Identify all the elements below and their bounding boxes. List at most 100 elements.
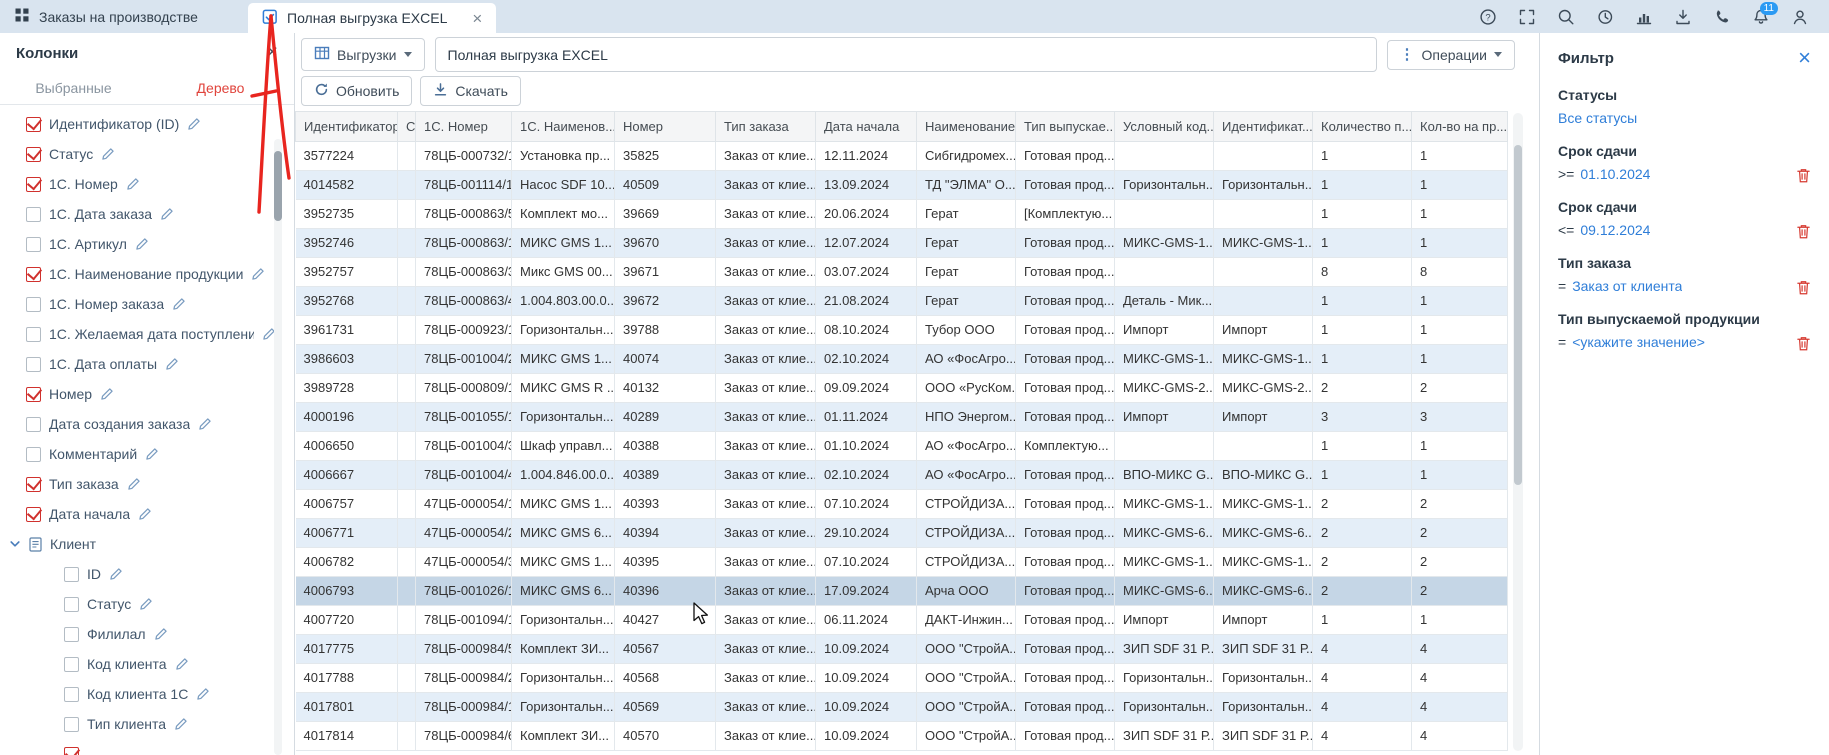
filter-value-link[interactable]: Все статусы: [1558, 110, 1637, 126]
help-icon[interactable]: ?: [1479, 8, 1497, 26]
table-row[interactable]: 401780178ЦБ-000984/1Горизонтальн...40569…: [296, 693, 1508, 722]
edit-pencil-icon[interactable]: [160, 207, 174, 221]
column-header[interactable]: Тип выпускае...: [1016, 112, 1115, 142]
close-tab-icon[interactable]: ×: [472, 10, 482, 27]
refresh-button[interactable]: Обновить: [301, 76, 412, 106]
edit-pencil-icon[interactable]: [196, 687, 210, 701]
table-row[interactable]: 395274678ЦБ-000863/1МИКС GMS 1...39670За…: [296, 229, 1508, 258]
column-header[interactable]: 1С. Номер: [416, 112, 512, 142]
column-header[interactable]: Идентификатор: [296, 112, 398, 142]
table-row[interactable]: 357722478ЦБ-000732/1Установка пр...35825…: [296, 142, 1508, 171]
column-item[interactable]: ID: [0, 559, 294, 589]
column-checkbox[interactable]: [64, 657, 79, 672]
column-checkbox[interactable]: [26, 417, 41, 432]
column-item[interactable]: 1С. Наименование продукции: [0, 259, 294, 289]
column-checkbox[interactable]: [26, 507, 41, 522]
table-row[interactable]: 395273578ЦБ-000863/5Комплект мо...39669З…: [296, 200, 1508, 229]
sidebar-scrollbar[interactable]: [274, 139, 282, 755]
column-item[interactable]: Идентификатор (ID): [0, 109, 294, 139]
table-row[interactable]: 400019678ЦБ-001055/1Горизонтальн...40289…: [296, 403, 1508, 432]
close-columns-icon[interactable]: ×: [267, 42, 278, 64]
table-row[interactable]: 401777578ЦБ-000984/5Комплект ЗИ...40567З…: [296, 635, 1508, 664]
filter-value-link[interactable]: 01.10.2024: [1580, 166, 1650, 182]
edit-pencil-icon[interactable]: [138, 507, 152, 521]
edit-pencil-icon[interactable]: [101, 147, 115, 161]
table-row[interactable]: 400675747ЦБ-000054/1МИКС GMS 1...40393За…: [296, 490, 1508, 519]
edit-pencil-icon[interactable]: [187, 117, 201, 131]
filter-value-link[interactable]: <укажите значение>: [1572, 334, 1705, 350]
table-row[interactable]: 396173178ЦБ-000923/1Горизонтальн...39788…: [296, 316, 1508, 345]
column-header[interactable]: Кол-во на пр...: [1412, 112, 1508, 142]
exports-dropdown-button[interactable]: Выгрузки: [301, 38, 425, 71]
column-header[interactable]: 1С. Наименов...: [512, 112, 615, 142]
column-item[interactable]: Филилал: [0, 619, 294, 649]
column-checkbox[interactable]: [26, 117, 41, 132]
column-header[interactable]: Идентификат...: [1214, 112, 1313, 142]
table-row[interactable]: 400666778ЦБ-001004/41.004.846.00.0...403…: [296, 461, 1508, 490]
column-checkbox[interactable]: [26, 447, 41, 462]
fullscreen-icon[interactable]: [1518, 8, 1536, 26]
download-button[interactable]: Скачать: [420, 76, 521, 106]
column-item[interactable]: Код клиента 1С: [0, 679, 294, 709]
column-item[interactable]: Дата начала: [0, 499, 294, 529]
column-item[interactable]: Номер: [0, 379, 294, 409]
tab-active-export[interactable]: Полная выгрузка EXCEL ×: [248, 3, 496, 33]
trash-icon[interactable]: [1796, 167, 1811, 184]
export-name-input[interactable]: [435, 37, 1377, 72]
table-row[interactable]: 400679378ЦБ-001026/1МИКС GMS 6...40396За…: [296, 577, 1508, 606]
column-checkbox[interactable]: [26, 357, 41, 372]
column-item[interactable]: 1С. Дата заказа: [0, 199, 294, 229]
column-header[interactable]: Тип заказа: [716, 112, 816, 142]
column-checkbox[interactable]: [26, 387, 41, 402]
column-checkbox[interactable]: [26, 327, 41, 342]
trash-icon[interactable]: [1796, 223, 1811, 240]
column-item[interactable]: 1С. Дата оплаты: [0, 349, 294, 379]
edit-pencil-icon[interactable]: [126, 177, 140, 191]
phone-icon[interactable]: [1713, 8, 1731, 26]
column-header[interactable]: Количество п...: [1313, 112, 1412, 142]
edit-pencil-icon[interactable]: [135, 237, 149, 251]
column-checkbox[interactable]: [26, 477, 41, 492]
edit-pencil-icon[interactable]: [145, 447, 159, 461]
table-row[interactable]: 400772078ЦБ-001094/1Горизонтальн...40427…: [296, 606, 1508, 635]
table-row[interactable]: 400665078ЦБ-001004/3Шкаф управл...40388З…: [296, 432, 1508, 461]
column-checkbox[interactable]: [26, 147, 41, 162]
column-checkbox[interactable]: [26, 297, 41, 312]
column-checkbox[interactable]: [26, 177, 41, 192]
column-header[interactable]: Номер: [615, 112, 716, 142]
tab-tree[interactable]: Дерево: [147, 73, 294, 104]
trash-icon[interactable]: [1796, 335, 1811, 352]
close-filter-icon[interactable]: ×: [1798, 47, 1811, 69]
column-item[interactable]: Тип клиента: [0, 709, 294, 739]
search-icon[interactable]: [1557, 8, 1575, 26]
chevron-down-icon[interactable]: [9, 538, 21, 550]
column-checkbox[interactable]: [64, 627, 79, 642]
edit-pencil-icon[interactable]: [127, 477, 141, 491]
column-header[interactable]: Условный код...: [1115, 112, 1214, 142]
column-item[interactable]: Дата создания заказа: [0, 409, 294, 439]
column-item[interactable]: Код клиента: [0, 649, 294, 679]
column-item[interactable]: 1С. Желаемая дата поступления: [0, 319, 294, 349]
column-checkbox[interactable]: [26, 237, 41, 252]
sidebar-scrollbar-thumb[interactable]: [274, 151, 282, 221]
column-item[interactable]: Комментарий: [0, 439, 294, 469]
table-row[interactable]: 395275778ЦБ-000863/3Микс GMS 00...39671З…: [296, 258, 1508, 287]
edit-pencil-icon[interactable]: [154, 627, 168, 641]
filter-value-link[interactable]: 09.12.2024: [1580, 222, 1650, 238]
edit-pencil-icon[interactable]: [139, 597, 153, 611]
table-row[interactable]: 401778878ЦБ-000984/2Горизонтальн...40568…: [296, 664, 1508, 693]
table-row[interactable]: 398972878ЦБ-000809/1МИКС GMS R ...40132З…: [296, 374, 1508, 403]
table-row[interactable]: 400678247ЦБ-000054/3МИКС GMS 1...40395За…: [296, 548, 1508, 577]
history-icon[interactable]: [1596, 8, 1614, 26]
edit-pencil-icon[interactable]: [109, 567, 123, 581]
edit-pencil-icon[interactable]: [165, 357, 179, 371]
column-group-item[interactable]: Клиент: [0, 529, 294, 559]
column-item[interactable]: [0, 739, 294, 755]
table-row[interactable]: 400677147ЦБ-000054/2МИКС GMS 6...40394За…: [296, 519, 1508, 548]
table-row[interactable]: 401458278ЦБ-001114/1Насос SDF 10...40509…: [296, 171, 1508, 200]
column-checkbox[interactable]: [26, 207, 41, 222]
column-checkbox[interactable]: [64, 717, 79, 732]
column-header[interactable]: Дата начала: [816, 112, 917, 142]
table-row[interactable]: 398660378ЦБ-001004/2МИКС GMS 1...40074За…: [296, 345, 1508, 374]
table-scrollbar-thumb[interactable]: [1514, 145, 1522, 485]
